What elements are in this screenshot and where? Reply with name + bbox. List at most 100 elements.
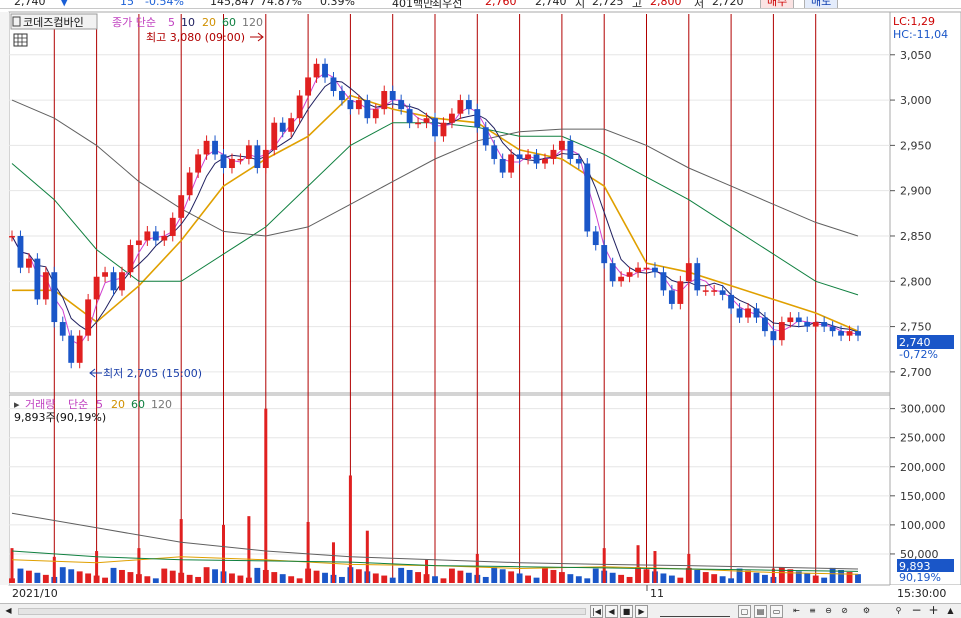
volume-value: 145,847	[210, 0, 256, 8]
volume-bar	[677, 577, 684, 583]
stop-icon[interactable]: ■	[620, 605, 633, 618]
volume-bar	[25, 570, 32, 583]
volume-bar	[288, 576, 295, 583]
zoom-slider[interactable]	[660, 606, 730, 617]
volume-bar	[660, 573, 667, 583]
candle-body	[347, 100, 354, 110]
candle-body	[313, 63, 320, 78]
volume-bar	[59, 567, 66, 583]
volume-bar	[322, 572, 328, 583]
current-price: 2,740	[14, 0, 46, 8]
price-ma-label: 종가 단순	[112, 16, 156, 29]
volume-bar	[296, 578, 303, 583]
candle-body	[575, 158, 582, 164]
candle-body	[804, 322, 811, 327]
volume-bar	[271, 572, 278, 583]
window-icon[interactable]: ▭	[770, 605, 783, 618]
volume-bar	[372, 573, 379, 583]
price-tick-label: 3,050	[900, 49, 932, 62]
volume-bar	[592, 568, 599, 583]
fit-icon[interactable]: ▲	[944, 605, 957, 618]
volume-bar	[448, 568, 455, 583]
grid-toggle-icon[interactable]	[13, 33, 28, 47]
open-price: 2,725	[592, 0, 624, 8]
candle-body	[305, 77, 312, 96]
candle-body	[465, 100, 472, 110]
chart-control-bar: ◀ |◀ ◀ ■ ▶ ▢ ▤ ▭ ⇤ ≡ ⊖ ⊘ ⚙ ⚲ − + ▲	[0, 603, 961, 618]
volume-bar	[533, 577, 540, 583]
volume-spike-bar	[365, 530, 369, 583]
volume-spike-bar	[222, 524, 225, 583]
candle-body	[152, 231, 159, 241]
time-axis-start: 2021/10	[12, 587, 58, 600]
volume-bar	[17, 568, 24, 583]
zoom-in-icon[interactable]: +	[927, 604, 940, 618]
high-marker-label: 최고 3,080 (09:00)	[146, 31, 245, 44]
search-icon[interactable]: ⚲	[892, 605, 905, 618]
volume-bar	[821, 577, 828, 583]
candle-body	[364, 100, 371, 119]
candle-body	[736, 308, 743, 318]
candle-body	[584, 163, 591, 232]
volume-bar	[728, 578, 735, 583]
volume-spike-bar	[636, 545, 640, 583]
candle-body	[795, 317, 802, 323]
candle-body	[262, 149, 269, 169]
volume-spike-bar	[425, 559, 429, 583]
best-ask: 2,760	[485, 0, 517, 8]
volume-bar	[119, 569, 125, 583]
candle-body	[558, 140, 565, 150]
volume-bar	[719, 576, 726, 583]
volume-tick-label: 300,000	[900, 403, 946, 416]
volume-bar	[558, 572, 565, 583]
play-forward-icon[interactable]: ▶	[635, 605, 648, 618]
low-price: 2,720	[712, 0, 744, 8]
volume-bar	[499, 569, 506, 583]
candle-body	[711, 290, 718, 292]
scroll-left-icon[interactable]: ◀	[2, 605, 15, 618]
volume-bar	[702, 572, 709, 583]
buy-button[interactable]: 매수	[760, 0, 795, 8]
ma5-legend: 5	[168, 16, 175, 29]
volume-bar	[195, 576, 202, 583]
price-tick-label: 2,800	[900, 275, 932, 288]
candle-body	[212, 140, 218, 155]
rewind-icon[interactable]: |◀	[590, 605, 603, 618]
horizontal-scrollbar[interactable]	[18, 608, 586, 615]
candle-body	[372, 109, 379, 119]
zoom-out-icon[interactable]: −	[910, 604, 923, 618]
candle-body	[330, 77, 337, 92]
tools-icon[interactable]: ⊘	[838, 605, 851, 618]
play-backward-icon[interactable]: ◀	[605, 605, 618, 618]
volume-bar	[102, 577, 108, 583]
shrink-icon[interactable]: ⊖	[822, 605, 835, 618]
ruler-icon[interactable]: ⇤	[790, 605, 803, 618]
candle-body	[93, 276, 100, 300]
price-tick-label: 3,000	[900, 94, 932, 107]
candle-body	[668, 290, 675, 304]
candle-body	[237, 158, 244, 161]
chart-area[interactable]: 2,700 2,750 2,800 2,850 2,900 2,950 3,000 3,050…	[0, 9, 961, 603]
candle-body	[127, 245, 134, 273]
candle-body	[550, 149, 557, 159]
measure-icon[interactable]: ≡	[806, 605, 819, 618]
volume-bar	[575, 576, 582, 583]
time-axis	[9, 585, 961, 603]
layout-icon[interactable]: ▤	[754, 605, 767, 618]
volume-spike-bar	[306, 521, 310, 583]
candle-body	[618, 276, 625, 282]
volume-ma-label: 단순	[68, 398, 88, 411]
volume-bar	[85, 573, 92, 583]
candle-body	[288, 118, 295, 132]
volume-bar	[440, 578, 447, 583]
candle-body	[254, 145, 261, 169]
candle-body	[448, 113, 455, 123]
sell-button[interactable]: 매도	[804, 0, 839, 8]
candle-body	[838, 331, 845, 336]
copy-icon[interactable]: ▢	[738, 605, 751, 618]
volume-bar	[457, 570, 464, 583]
settings-icon[interactable]: ⚙	[860, 605, 873, 618]
candle-body	[415, 122, 422, 125]
stock-name: 코데즈컴바인	[23, 16, 84, 29]
volume-bar	[389, 577, 396, 583]
